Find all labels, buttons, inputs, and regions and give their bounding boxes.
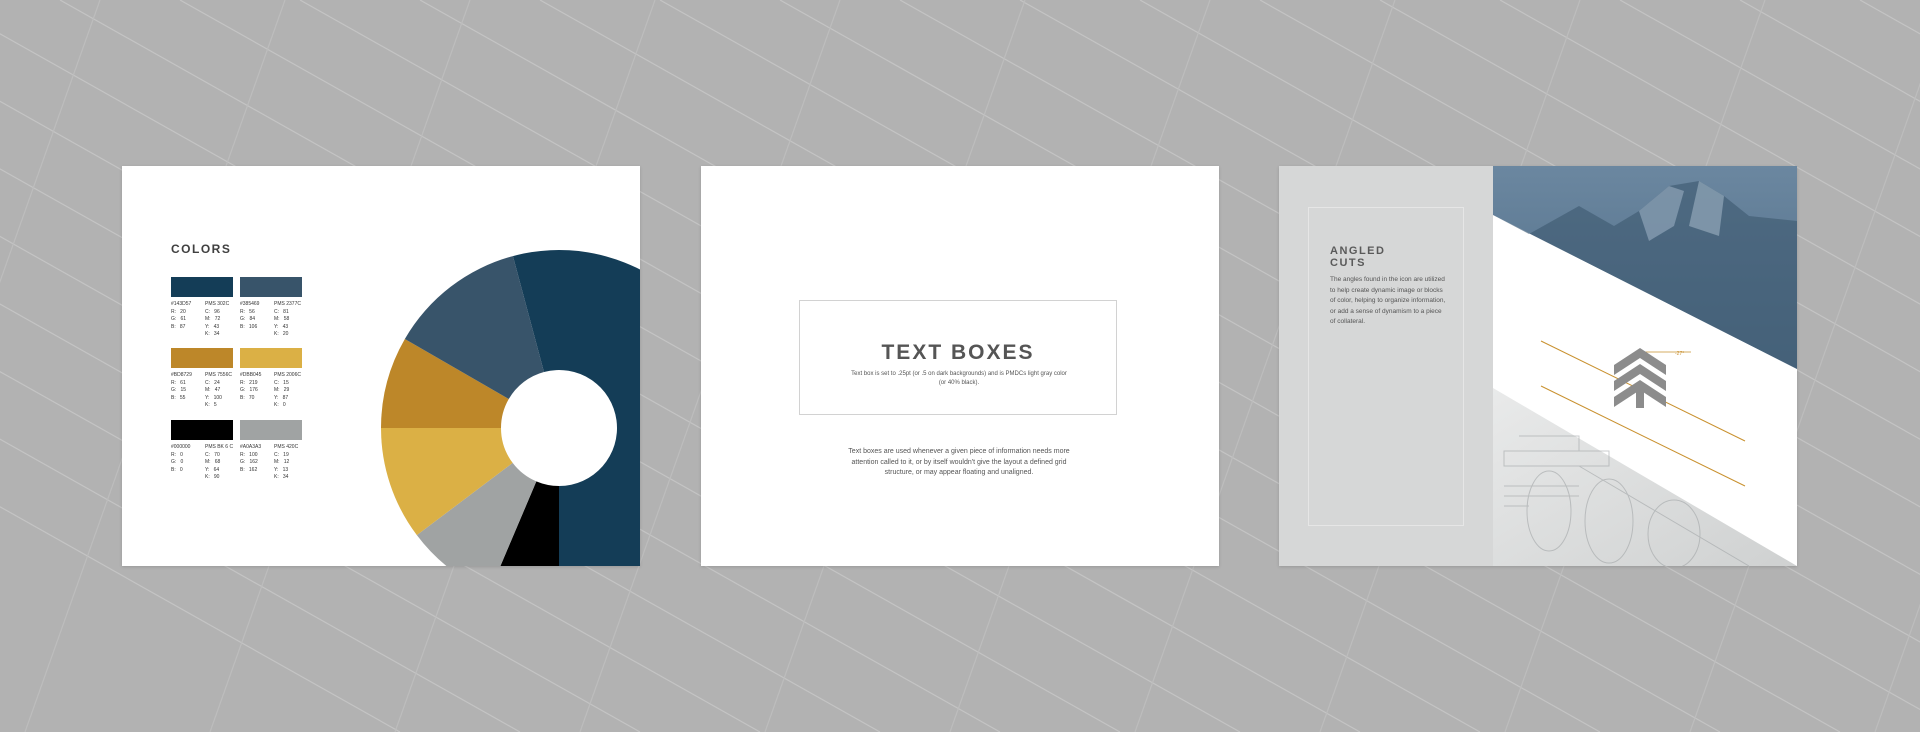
body-text: Text boxes are used whenever a given pie…	[848, 448, 1070, 476]
swatch-cmyk-values: PMS 2006C C: 15 M: 29 Y: 87 K: 0	[274, 372, 301, 408]
color-swatch	[171, 277, 233, 297]
slide-title: ANGLED CUTS	[1330, 245, 1386, 269]
swatch-cmyk-values: PMS 420C C: 19 M: 12 Y: 13 K: 34	[274, 444, 299, 480]
angle-label: -27°	[1675, 351, 1685, 357]
color-swatch	[240, 420, 302, 440]
swatch-rgb-values: #DBB045 R: 219 G: 176 B: 70	[240, 372, 262, 401]
swatch-rgb-values: #BD8729 R: 61 G: 15 B: 55	[171, 372, 192, 401]
swatch-rgb-values: #385469 R: 56 G: 84 B: 106	[240, 301, 260, 330]
color-swatch	[171, 348, 233, 368]
slide-text-boxes[interactable]: TEXT BOXES Text box is set to .25pt (or …	[701, 166, 1219, 566]
slide-title: COLORS	[171, 242, 232, 256]
color-swatch	[240, 277, 302, 297]
body-text: The angles found in the icon are utilize…	[1330, 276, 1446, 325]
color-swatch	[171, 420, 233, 440]
color-swatch	[240, 348, 302, 368]
text-box-frame: TEXT BOXES Text box is set to .25pt (or …	[799, 300, 1117, 415]
slide-title: TEXT BOXES	[881, 341, 1035, 364]
swatch-cmyk-values: PMS BK 6 C C: 70 M: 68 Y: 64 K: 90	[205, 444, 234, 480]
swatch-cmyk-values: PMS 7556C C: 24 M: 47 Y: 100 K: 5	[205, 372, 232, 408]
slide-angled-cuts[interactable]: ANGLED CUTS The angles found in the icon…	[1279, 166, 1797, 566]
swatch-rgb-values: #A0A3A3 R: 100 G: 162 B: 162	[240, 444, 262, 473]
swatch-cmyk-values: PMS 302C C: 96 M: 72 Y: 43 K: 34	[205, 301, 230, 337]
slide-colors[interactable]: COLORS #143D57 R: 20 G: 61 B: 87 PMS 302C…	[122, 166, 640, 566]
swatch-rgb-values: #000000 R: 0 G: 0 B: 0	[171, 444, 191, 473]
pattern-line	[1874, 603, 1920, 732]
swatch-cmyk-values: PMS 2377C C: 81 M: 58 Y: 43 K: 20	[274, 301, 301, 337]
swatch-rgb-values: #143D57 R: 20 G: 61 B: 87	[171, 301, 192, 330]
text-box-description: Text box is set to .25pt (or .5 on dark …	[851, 371, 1067, 386]
